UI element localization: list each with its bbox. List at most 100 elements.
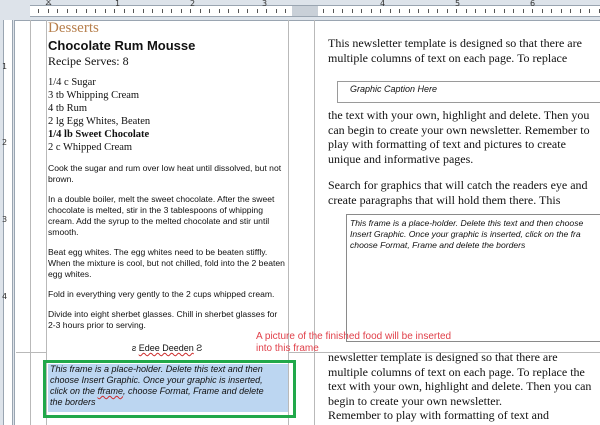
body-paragraph[interactable]: This newsletter template is designed so … bbox=[328, 36, 600, 65]
page-break-guide bbox=[16, 352, 46, 353]
ruler-tick bbox=[76, 9, 77, 13]
ruler-tick bbox=[494, 9, 495, 13]
column-guide bbox=[314, 20, 315, 425]
ingredient-line[interactable]: 2 c Whipped Cream bbox=[48, 141, 286, 154]
section-title[interactable]: Desserts bbox=[48, 20, 286, 37]
ruler-tick bbox=[323, 9, 324, 13]
ruler-tick bbox=[199, 9, 201, 13]
ruler-tick bbox=[228, 9, 229, 13]
recipe-step[interactable]: In a double boiler, melt the sweet choco… bbox=[48, 194, 286, 238]
ruler-tick bbox=[475, 9, 476, 13]
ruler-tick bbox=[85, 9, 87, 13]
indent-marker-icon[interactable]: ⧖ bbox=[45, 0, 52, 8]
ruler-tick bbox=[532, 9, 533, 13]
ruler-tick bbox=[47, 9, 49, 13]
ruler-tick bbox=[123, 9, 125, 13]
ruler-tick bbox=[133, 9, 134, 13]
ruler-tick bbox=[446, 9, 448, 13]
ruler-number: 4 bbox=[2, 292, 8, 301]
recipe-step[interactable]: Beat egg whites. The egg whites need to … bbox=[48, 247, 286, 280]
ruler-tick bbox=[66, 9, 68, 13]
body-paragraph[interactable]: newsletter template is designed so that … bbox=[328, 350, 600, 408]
ruler-tick bbox=[389, 9, 391, 13]
recipe-serves[interactable]: Recipe Serves: 8 bbox=[48, 54, 286, 68]
ruler-tick bbox=[266, 9, 267, 13]
ruler-number: 6 bbox=[530, 0, 536, 8]
signature-name: Edee Deeden bbox=[138, 343, 194, 353]
ruler-tick bbox=[104, 9, 106, 13]
ruler-tick bbox=[342, 9, 343, 13]
graphic-caption[interactable]: Graphic Caption Here bbox=[350, 84, 437, 94]
ruler-tick bbox=[551, 9, 552, 13]
ruler-tick bbox=[370, 9, 372, 13]
ruler-tick bbox=[237, 9, 239, 13]
ruler-tick bbox=[598, 9, 600, 13]
body-paragraph[interactable]: the text with your own, highlight and de… bbox=[328, 108, 600, 166]
ruler-tick bbox=[95, 9, 96, 13]
ruler-number: 4 bbox=[380, 0, 386, 8]
body-paragraph[interactable]: Search for graphics that will catch the … bbox=[328, 178, 600, 207]
ruler-tick bbox=[361, 9, 362, 13]
recipe-signature[interactable]: ƨ Edee Deeden Ƨ bbox=[48, 343, 286, 353]
ruler-tick bbox=[589, 9, 590, 13]
column-gap-marker[interactable] bbox=[292, 6, 318, 16]
ruler-tick bbox=[114, 9, 115, 13]
horizontal-ruler[interactable]: ⧖ 1 2 3 4 5 6 bbox=[0, 0, 600, 21]
ruler-number: 1 bbox=[115, 0, 121, 8]
ingredient-line[interactable]: 1/4 lb Sweet Chocolate bbox=[48, 128, 286, 141]
image-placeholder-frame[interactable] bbox=[43, 360, 296, 418]
ruler-tick bbox=[285, 9, 286, 13]
ruler-tick bbox=[351, 9, 353, 13]
recipe-column[interactable]: Desserts Chocolate Rum Mousse Recipe Ser… bbox=[48, 20, 286, 353]
vertical-ruler[interactable]: 1 2 3 4 bbox=[0, 20, 15, 425]
ruler-tick bbox=[570, 9, 571, 13]
ruler-tick bbox=[332, 9, 334, 13]
ruler-tick bbox=[38, 9, 39, 13]
ornament-left-icon: ƨ bbox=[131, 343, 137, 353]
graphic-placeholder-text[interactable]: This frame is a place-holder. Delete thi… bbox=[350, 218, 600, 251]
ingredient-line[interactable]: 4 tb Rum bbox=[48, 102, 286, 115]
ruler-tick bbox=[218, 9, 220, 13]
ruler-tick bbox=[579, 9, 581, 13]
ruler-number: 1 bbox=[2, 62, 8, 71]
ruler-number: 2 bbox=[190, 0, 196, 8]
ruler-tick bbox=[418, 9, 419, 13]
ingredient-line[interactable]: 3 tb Whipping Cream bbox=[48, 89, 286, 102]
ruler-tick bbox=[465, 9, 467, 13]
ruler-tick bbox=[503, 9, 505, 13]
ruler-number: 3 bbox=[2, 215, 8, 224]
ruler-tick bbox=[247, 9, 248, 13]
ruler-tick bbox=[522, 9, 524, 13]
ruler-number: 5 bbox=[455, 0, 461, 8]
margin-guide bbox=[30, 20, 31, 425]
ruler-tick bbox=[57, 9, 58, 13]
ruler-tick bbox=[541, 9, 543, 13]
ingredient-line[interactable]: 1/4 c Sugar bbox=[48, 76, 286, 89]
ruler-tick bbox=[256, 9, 258, 13]
ruler-tick bbox=[209, 9, 210, 13]
recipe-step[interactable]: Divide into eight sherbet glasses. Chill… bbox=[48, 309, 286, 331]
ruler-tick bbox=[456, 9, 457, 13]
ruler-tick bbox=[399, 9, 400, 13]
ruler-number: 3 bbox=[262, 0, 268, 8]
ruler-tick bbox=[560, 9, 562, 13]
ruler-tick bbox=[275, 9, 277, 13]
ruler-tick bbox=[513, 9, 514, 13]
ruler-tick bbox=[190, 9, 191, 13]
ruler-tick bbox=[380, 9, 381, 13]
ruler-tick bbox=[437, 9, 438, 13]
ruler-tick bbox=[180, 9, 182, 13]
ruler-tick bbox=[427, 9, 429, 13]
ruler-tick bbox=[484, 9, 486, 13]
recipe-step[interactable]: Fold in everything very gently to the 2 … bbox=[48, 289, 286, 300]
ruler-tick bbox=[161, 9, 163, 13]
frame-line: choose Format, Frame and delete the bord… bbox=[350, 240, 526, 250]
recipe-title[interactable]: Chocolate Rum Mousse bbox=[48, 37, 286, 54]
ruler-tick bbox=[142, 9, 144, 13]
frame-line: Insert Graphic. Once your graphic is ins… bbox=[350, 229, 581, 239]
body-paragraph[interactable]: Remember to play with formatting of text… bbox=[328, 408, 600, 425]
recipe-step[interactable]: Cook the sugar and rum over low heat unt… bbox=[48, 163, 286, 185]
ingredient-line[interactable]: 2 lg Egg Whites, Beaten bbox=[48, 115, 286, 128]
ruler-tick bbox=[408, 9, 410, 13]
ruler-tick bbox=[152, 9, 153, 13]
